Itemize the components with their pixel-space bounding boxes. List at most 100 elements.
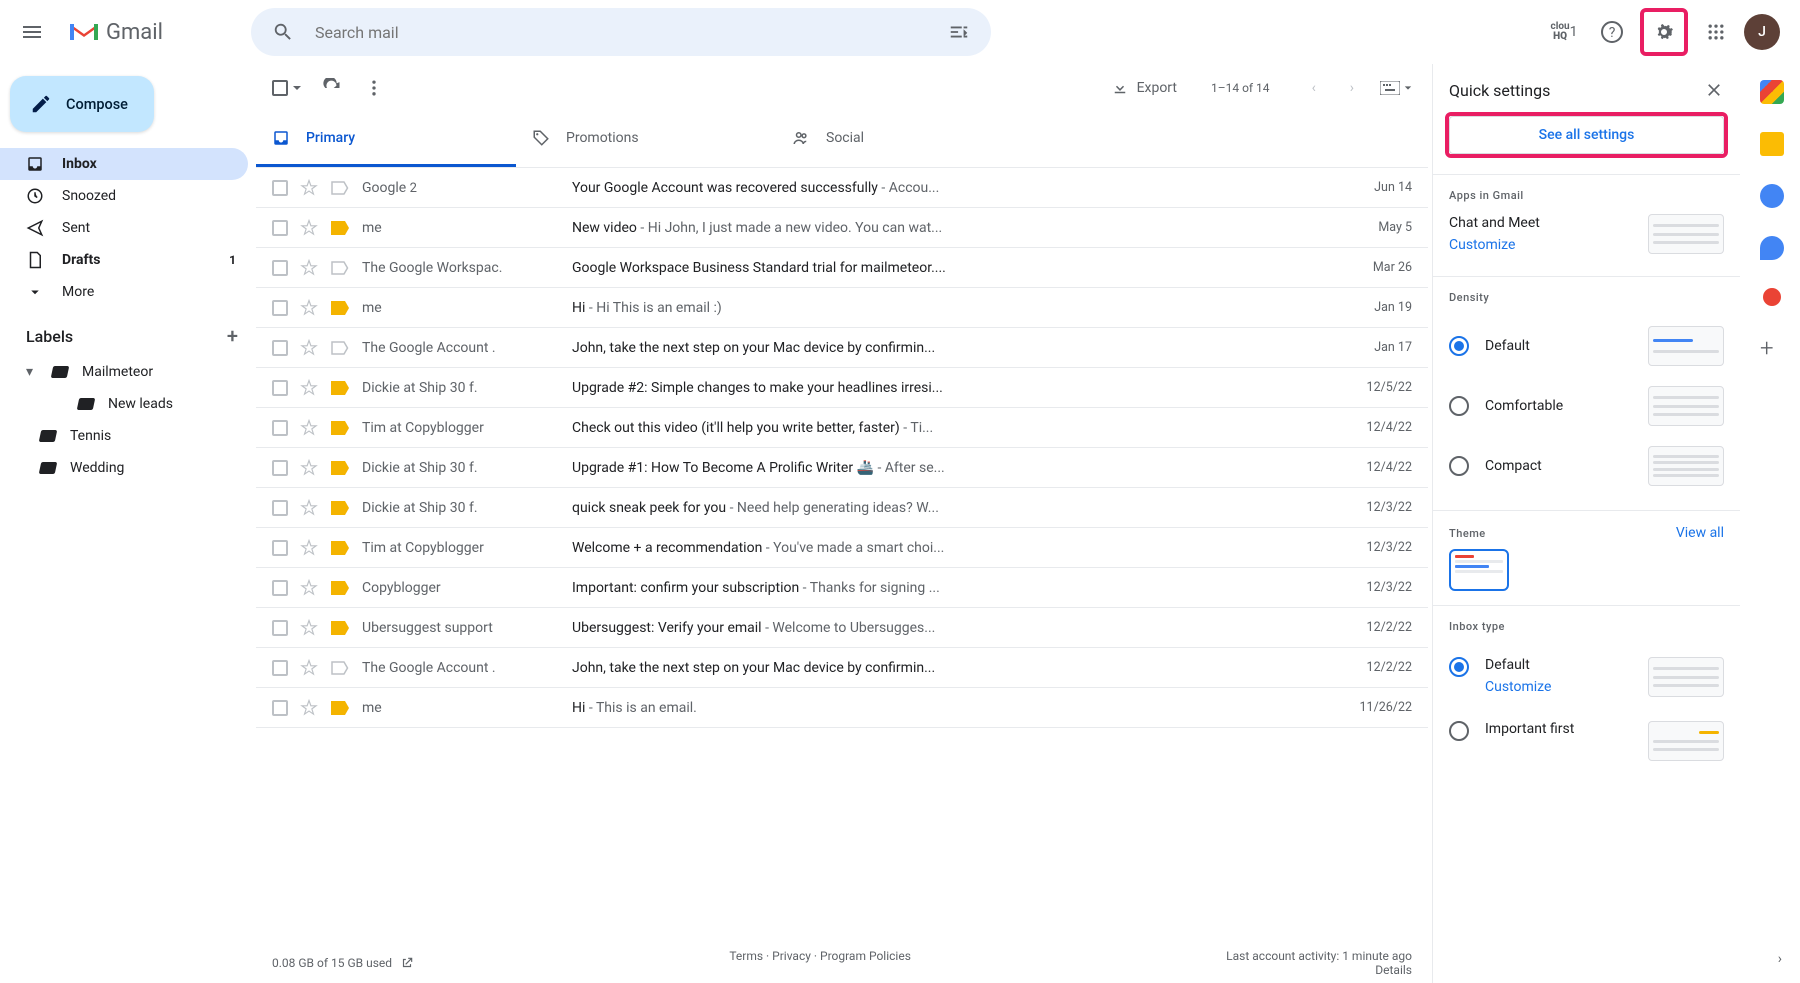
mail-row[interactable]: CopybloggerImportant: confirm your subsc… bbox=[256, 568, 1428, 608]
label-new-leads[interactable]: New leads bbox=[0, 388, 256, 420]
nav-more[interactable]: More bbox=[0, 276, 248, 308]
cloudhq-icon[interactable]: clouHQ 1 bbox=[1544, 12, 1584, 52]
tab-primary[interactable]: Primary bbox=[256, 112, 516, 167]
theme-thumbnail[interactable] bbox=[1449, 549, 1509, 591]
inbox-important-option[interactable]: Important first bbox=[1449, 709, 1724, 773]
privacy-link[interactable]: Privacy bbox=[772, 949, 811, 963]
importance-marker[interactable] bbox=[330, 501, 350, 515]
mail-row[interactable]: meHi - This is an email.11/26/22 bbox=[256, 688, 1428, 728]
mail-row[interactable]: Tim at CopybloggerCheck out this video (… bbox=[256, 408, 1428, 448]
star-icon[interactable] bbox=[300, 379, 318, 397]
row-checkbox[interactable] bbox=[272, 300, 288, 316]
settings-gear-icon[interactable] bbox=[1644, 12, 1684, 52]
main-menu-button[interactable] bbox=[8, 8, 56, 56]
apps-grid-icon[interactable] bbox=[1696, 12, 1736, 52]
importance-marker[interactable] bbox=[330, 621, 350, 635]
importance-marker[interactable] bbox=[330, 661, 350, 675]
more-actions-button[interactable] bbox=[362, 76, 386, 100]
label-mailmeteor[interactable]: ▾ Mailmeteor bbox=[0, 356, 256, 388]
search-bar[interactable] bbox=[251, 8, 991, 56]
search-icon[interactable] bbox=[263, 12, 303, 52]
mail-row[interactable]: Dickie at Ship 30 f.Upgrade #1: How To B… bbox=[256, 448, 1428, 488]
see-all-settings-button[interactable]: See all settings bbox=[1449, 116, 1724, 154]
mail-row[interactable]: The Google Workspac.Google Workspace Bus… bbox=[256, 248, 1428, 288]
close-quick-settings-button[interactable] bbox=[1704, 80, 1724, 100]
tab-social[interactable]: Social bbox=[776, 112, 1036, 167]
nav-snoozed[interactable]: Snoozed bbox=[0, 180, 248, 212]
gmail-logo[interactable]: Gmail bbox=[64, 20, 163, 45]
mail-row[interactable]: The Google Account .John, take the next … bbox=[256, 648, 1428, 688]
row-checkbox[interactable] bbox=[272, 620, 288, 636]
star-icon[interactable] bbox=[300, 499, 318, 517]
inbox-customize-link[interactable]: Customize bbox=[1485, 679, 1551, 695]
importance-marker[interactable] bbox=[330, 381, 350, 395]
importance-marker[interactable] bbox=[330, 701, 350, 715]
importance-marker[interactable] bbox=[330, 301, 350, 315]
star-icon[interactable] bbox=[300, 619, 318, 637]
get-addons-button[interactable]: + bbox=[1760, 334, 1784, 358]
customize-apps-link[interactable]: Customize bbox=[1449, 237, 1540, 253]
row-checkbox[interactable] bbox=[272, 660, 288, 676]
importance-marker[interactable] bbox=[330, 541, 350, 555]
importance-marker[interactable] bbox=[330, 261, 350, 275]
details-link[interactable]: Details bbox=[1375, 963, 1412, 977]
policies-link[interactable]: Program Policies bbox=[820, 949, 911, 963]
row-checkbox[interactable] bbox=[272, 500, 288, 516]
importance-marker[interactable] bbox=[330, 221, 350, 235]
addon-icon[interactable] bbox=[1763, 288, 1781, 306]
row-checkbox[interactable] bbox=[272, 700, 288, 716]
importance-marker[interactable] bbox=[330, 341, 350, 355]
mail-row[interactable]: The Google Account .John, take the next … bbox=[256, 328, 1428, 368]
row-checkbox[interactable] bbox=[272, 260, 288, 276]
row-checkbox[interactable] bbox=[272, 460, 288, 476]
tasks-icon[interactable] bbox=[1760, 184, 1784, 208]
view-all-themes-link[interactable]: View all bbox=[1676, 525, 1724, 541]
star-icon[interactable] bbox=[300, 219, 318, 237]
export-button[interactable]: Export bbox=[1111, 79, 1177, 97]
account-avatar[interactable]: J bbox=[1744, 14, 1780, 50]
compose-button[interactable]: Compose bbox=[10, 76, 154, 132]
collapse-panel-button[interactable]: › bbox=[1778, 951, 1782, 967]
keep-icon[interactable] bbox=[1760, 132, 1784, 156]
calendar-icon[interactable] bbox=[1760, 80, 1784, 104]
nav-drafts[interactable]: Drafts 1 bbox=[0, 244, 248, 276]
importance-marker[interactable] bbox=[330, 181, 350, 195]
mail-row[interactable]: Ubersuggest supportUbersuggest: Verify y… bbox=[256, 608, 1428, 648]
star-icon[interactable] bbox=[300, 339, 318, 357]
row-checkbox[interactable] bbox=[272, 380, 288, 396]
support-icon[interactable]: ? bbox=[1592, 12, 1632, 52]
row-checkbox[interactable] bbox=[272, 580, 288, 596]
select-all-checkbox[interactable] bbox=[272, 80, 302, 96]
input-tools-button[interactable] bbox=[1380, 81, 1412, 95]
row-checkbox[interactable] bbox=[272, 540, 288, 556]
star-icon[interactable] bbox=[300, 179, 318, 197]
refresh-button[interactable] bbox=[320, 76, 344, 100]
tab-promotions[interactable]: Promotions bbox=[516, 112, 776, 167]
inbox-default-option[interactable]: Default Customize bbox=[1449, 645, 1724, 709]
storage-usage[interactable]: 0.08 GB of 15 GB used bbox=[272, 949, 414, 977]
importance-marker[interactable] bbox=[330, 421, 350, 435]
label-tennis[interactable]: Tennis bbox=[0, 420, 256, 452]
star-icon[interactable] bbox=[300, 259, 318, 277]
star-icon[interactable] bbox=[300, 459, 318, 477]
prev-page-button[interactable]: ‹ bbox=[1304, 80, 1324, 96]
label-wedding[interactable]: Wedding bbox=[0, 452, 256, 484]
mail-row[interactable]: Dickie at Ship 30 f.quick sneak peek for… bbox=[256, 488, 1428, 528]
row-checkbox[interactable] bbox=[272, 340, 288, 356]
search-options-icon[interactable] bbox=[939, 12, 979, 52]
density-default-option[interactable]: Default bbox=[1449, 316, 1724, 376]
importance-marker[interactable] bbox=[330, 461, 350, 475]
star-icon[interactable] bbox=[300, 699, 318, 717]
star-icon[interactable] bbox=[300, 299, 318, 317]
contacts-icon[interactable] bbox=[1760, 236, 1784, 260]
terms-link[interactable]: Terms bbox=[729, 949, 763, 963]
mail-row[interactable]: meNew video - Hi John, I just made a new… bbox=[256, 208, 1428, 248]
row-checkbox[interactable] bbox=[272, 420, 288, 436]
star-icon[interactable] bbox=[300, 539, 318, 557]
row-checkbox[interactable] bbox=[272, 180, 288, 196]
density-compact-option[interactable]: Compact bbox=[1449, 436, 1724, 496]
row-checkbox[interactable] bbox=[272, 220, 288, 236]
mail-row[interactable]: Dickie at Ship 30 f.Upgrade #2: Simple c… bbox=[256, 368, 1428, 408]
search-input[interactable] bbox=[303, 23, 939, 42]
next-page-button[interactable]: › bbox=[1342, 80, 1362, 96]
